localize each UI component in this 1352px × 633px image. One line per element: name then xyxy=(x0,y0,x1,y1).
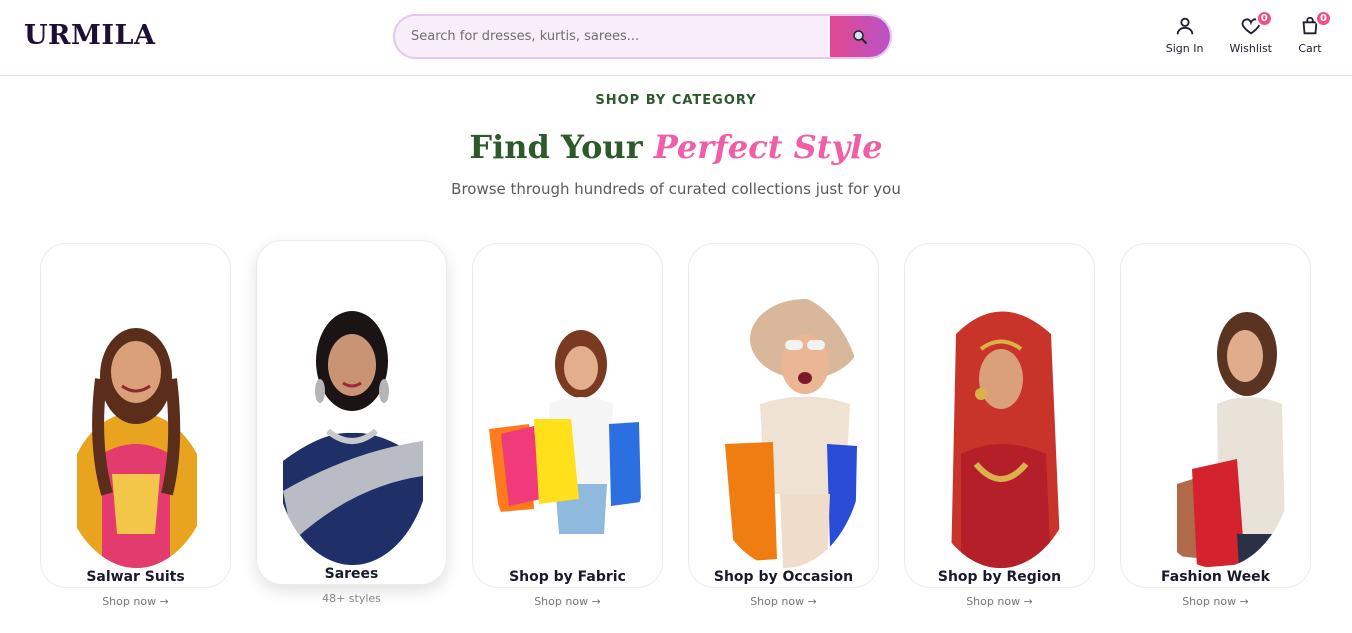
category-card-frame: Shop by Occasion xyxy=(688,243,879,588)
category-name: Sarees xyxy=(324,566,379,582)
styles-count: 48+ styles xyxy=(322,592,381,605)
shop-now-link[interactable]: Shop now → xyxy=(102,595,169,608)
category-image-salwar-suits xyxy=(57,294,216,568)
category-card-frame: Shop by Fabric xyxy=(472,243,663,588)
category-card-shop-by-occasion[interactable]: Shop by Occasion Shop now → xyxy=(688,243,879,608)
category-card-frame: Sarees xyxy=(256,240,447,585)
user-icon xyxy=(1173,14,1197,38)
category-name: Shop by Region xyxy=(937,569,1062,585)
category-image-shop-by-occasion xyxy=(705,294,864,568)
search-icon xyxy=(853,29,867,44)
shop-now-link[interactable]: Shop now → xyxy=(534,595,601,608)
category-card-salwar-suits[interactable]: Salwar Suits Shop now → xyxy=(40,243,231,608)
section-eyebrow: SHOP BY CATEGORY xyxy=(595,93,757,108)
brand-logo[interactable]: URMILA xyxy=(24,20,155,51)
category-name: Shop by Occasion xyxy=(713,569,854,585)
category-name: Shop by Fabric xyxy=(509,569,626,585)
cart-button[interactable]: 0 Cart xyxy=(1298,10,1332,55)
shop-now-link[interactable]: Shop now → xyxy=(750,595,817,608)
sign-in-button[interactable]: Sign In xyxy=(1165,14,1204,55)
wishlist-count-badge: 0 xyxy=(1255,10,1273,27)
section-title-accent: Perfect Style xyxy=(653,128,883,166)
category-image-sarees xyxy=(273,291,432,565)
sign-in-label: Sign In xyxy=(1165,42,1204,55)
category-card-shop-by-region[interactable]: Shop by Region Shop now → xyxy=(904,243,1095,608)
shop-now-link[interactable]: Shop now → xyxy=(966,595,1033,608)
category-name: Fashion Week xyxy=(1161,569,1270,585)
category-name: Salwar Suits xyxy=(86,569,185,585)
site-header: URMILA Sign In 0 xyxy=(0,0,1352,76)
cart-count-badge: 0 xyxy=(1315,10,1332,27)
shop-now-link[interactable]: Shop now → xyxy=(1182,595,1249,608)
wishlist-label: Wishlist xyxy=(1229,42,1272,55)
section-title: Find Your Perfect Style xyxy=(0,128,1352,166)
category-image-shop-by-fabric xyxy=(489,294,648,568)
category-card-frame: Fashion Week xyxy=(1120,243,1311,588)
search-input[interactable] xyxy=(395,16,831,57)
category-image-shop-by-region xyxy=(921,294,1080,568)
wishlist-button[interactable]: 0 Wishlist xyxy=(1229,10,1273,55)
category-image-fashion-week xyxy=(1137,294,1296,568)
search-button[interactable] xyxy=(830,16,890,57)
category-card-frame: Shop by Region xyxy=(904,243,1095,588)
search-bar xyxy=(393,14,892,59)
category-cards: Salwar Suits Shop now → Sarees 48+ style… xyxy=(40,240,1311,608)
category-card-sarees[interactable]: Sarees 48+ styles xyxy=(256,240,447,608)
section-title-main: Find Your xyxy=(469,128,643,166)
header-actions: Sign In 0 Wishlist 0 Cart xyxy=(1165,10,1332,55)
shopping-bag-icon: 0 xyxy=(1298,10,1332,38)
category-card-shop-by-fabric[interactable]: Shop by Fabric Shop now → xyxy=(472,243,663,608)
category-card-fashion-week[interactable]: Fashion Week Shop now → xyxy=(1120,243,1311,608)
heart-icon: 0 xyxy=(1239,10,1273,38)
category-card-frame: Salwar Suits xyxy=(40,243,231,588)
section-subtitle: Browse through hundreds of curated colle… xyxy=(451,180,901,198)
cart-label: Cart xyxy=(1298,42,1322,55)
